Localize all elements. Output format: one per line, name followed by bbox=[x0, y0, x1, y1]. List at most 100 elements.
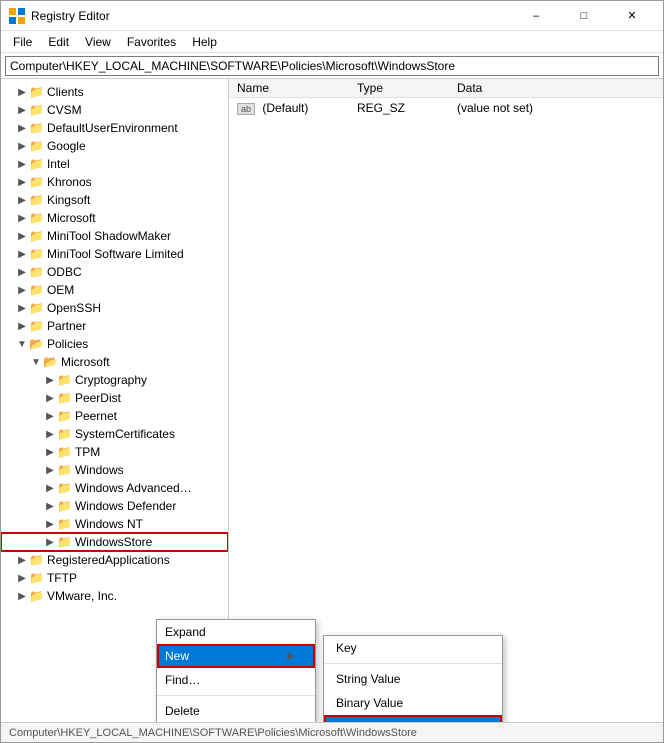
detail-header: Name Type Data bbox=[229, 79, 663, 98]
expand-icon: ▶ bbox=[15, 141, 29, 152]
menu-favorites[interactable]: Favorites bbox=[119, 33, 184, 51]
expand-icon: ▶ bbox=[15, 195, 29, 206]
tree-item-cryptography[interactable]: ▶ 📁 Cryptography bbox=[1, 371, 228, 389]
expand-icon: ▶ bbox=[43, 447, 57, 458]
maximize-button[interactable]: □ bbox=[561, 1, 607, 31]
submenu-arrow-icon: ▶ bbox=[287, 651, 295, 662]
ctx-new[interactable]: New ▶ bbox=[157, 644, 315, 668]
value-icon: ab bbox=[237, 103, 255, 115]
tree-item-peerdist[interactable]: ▶ 📁 PeerDist bbox=[1, 389, 228, 407]
submenu-string-value[interactable]: String Value bbox=[324, 667, 502, 691]
expand-icon: ▶ bbox=[15, 105, 29, 116]
ctx-separator-1 bbox=[157, 695, 315, 696]
expand-icon: ▶ bbox=[15, 123, 29, 134]
expand-icon: ▶ bbox=[15, 213, 29, 224]
minimize-button[interactable]: – bbox=[513, 1, 559, 31]
tree-item-khronos[interactable]: ▶ 📁 Khronos bbox=[1, 173, 228, 191]
col-type: Type bbox=[349, 79, 449, 98]
tree-item-partner[interactable]: ▶ 📁 Partner bbox=[1, 317, 228, 335]
expand-icon: ▶ bbox=[15, 303, 29, 314]
submenu-key[interactable]: Key bbox=[324, 636, 502, 660]
tree-item-tftp[interactable]: ▶ 📁 TFTP bbox=[1, 569, 228, 587]
ctx-expand[interactable]: Expand bbox=[157, 620, 315, 644]
tree-item-systemcertificates[interactable]: ▶ 📁 SystemCertificates bbox=[1, 425, 228, 443]
tree-item-oem[interactable]: ▶ 📁 OEM bbox=[1, 281, 228, 299]
col-name: Name bbox=[229, 79, 349, 98]
detail-table: Name Type Data ab (Default) REG_SZ (valu… bbox=[229, 79, 663, 118]
tree-item-clients[interactable]: ▶ 📁 Clients bbox=[1, 83, 228, 101]
expand-icon: ▶ bbox=[15, 87, 29, 98]
tree-item-windows-advanced[interactable]: ▶ 📁 Windows Advanced… bbox=[1, 479, 228, 497]
menu-file[interactable]: File bbox=[5, 33, 40, 51]
tree-item-vmware[interactable]: ▶ 📁 VMware, Inc. bbox=[1, 587, 228, 605]
expand-icon: ▶ bbox=[43, 519, 57, 530]
address-bar bbox=[1, 53, 663, 79]
submenu-new: Key String Value Binary Value DWORD (32-… bbox=[323, 635, 503, 722]
title-bar: Registry Editor – □ ✕ bbox=[1, 1, 663, 31]
tree-item-odbc[interactable]: ▶ 📁 ODBC bbox=[1, 263, 228, 281]
tree-item-peernet[interactable]: ▶ 📁 Peernet bbox=[1, 407, 228, 425]
tree-item-windows[interactable]: ▶ 📁 Windows bbox=[1, 461, 228, 479]
expand-icon: ▼ bbox=[29, 357, 43, 368]
tree-item-kingsoft[interactable]: ▶ 📁 Kingsoft bbox=[1, 191, 228, 209]
tree-item-microsoft-policies[interactable]: ▼ 📂 Microsoft bbox=[1, 353, 228, 371]
expand-icon: ▶ bbox=[15, 285, 29, 296]
expand-icon: ▶ bbox=[43, 465, 57, 476]
cell-type: REG_SZ bbox=[349, 98, 449, 118]
expand-icon: ▶ bbox=[43, 375, 57, 386]
tree-item-windowsstore[interactable]: ▶ 📁 WindowsStore bbox=[1, 533, 228, 551]
expand-icon: ▶ bbox=[15, 231, 29, 242]
menu-edit[interactable]: Edit bbox=[40, 33, 77, 51]
ctx-delete[interactable]: Delete bbox=[157, 699, 315, 722]
menu-bar: File Edit View Favorites Help bbox=[1, 31, 663, 53]
window-controls: – □ ✕ bbox=[513, 1, 655, 31]
tree-item-windows-nt[interactable]: ▶ 📁 Windows NT bbox=[1, 515, 228, 533]
tree-item-openssh[interactable]: ▶ 📁 OpenSSH bbox=[1, 299, 228, 317]
expand-icon: ▶ bbox=[43, 501, 57, 512]
table-row[interactable]: ab (Default) REG_SZ (value not set) bbox=[229, 98, 663, 118]
cell-name: ab (Default) bbox=[229, 98, 349, 118]
tree-item-policies[interactable]: ▼ 📂 Policies bbox=[1, 335, 228, 353]
window-title: Registry Editor bbox=[31, 9, 513, 23]
tree-item-cvsm[interactable]: ▶ 📁 CVSM bbox=[1, 101, 228, 119]
cell-data: (value not set) bbox=[449, 98, 663, 118]
expand-icon: ▶ bbox=[43, 411, 57, 422]
address-input[interactable] bbox=[5, 56, 659, 76]
submenu-separator bbox=[324, 663, 502, 664]
expand-icon: ▶ bbox=[43, 393, 57, 404]
context-menu: Expand New ▶ Find… Delete Rename bbox=[156, 619, 316, 722]
expand-icon: ▶ bbox=[15, 321, 29, 332]
menu-view[interactable]: View bbox=[77, 33, 119, 51]
expand-icon: ▶ bbox=[15, 177, 29, 188]
submenu-dword-value[interactable]: DWORD (32-bit) Value bbox=[324, 715, 502, 722]
tree-item-defaultuserenvironment[interactable]: ▶ 📁 DefaultUserEnvironment bbox=[1, 119, 228, 137]
tree-item-google[interactable]: ▶ 📁 Google bbox=[1, 137, 228, 155]
tree-item-registeredapplications[interactable]: ▶ 📁 RegisteredApplications bbox=[1, 551, 228, 569]
expand-icon: ▶ bbox=[43, 537, 57, 548]
expand-icon: ▶ bbox=[15, 267, 29, 278]
tree-item-microsoft-top[interactable]: ▶ 📁 Microsoft bbox=[1, 209, 228, 227]
expand-icon: ▶ bbox=[15, 249, 29, 260]
expand-icon: ▶ bbox=[15, 573, 29, 584]
menu-help[interactable]: Help bbox=[184, 33, 225, 51]
submenu-binary-value[interactable]: Binary Value bbox=[324, 691, 502, 715]
tree-item-minitool-shadowmaker[interactable]: ▶ 📁 MiniTool ShadowMaker bbox=[1, 227, 228, 245]
ctx-find[interactable]: Find… bbox=[157, 668, 315, 692]
expand-icon: ▶ bbox=[15, 159, 29, 170]
registry-editor-window: Registry Editor – □ ✕ File Edit View Fav… bbox=[0, 0, 664, 743]
expand-icon: ▶ bbox=[43, 483, 57, 494]
close-button[interactable]: ✕ bbox=[609, 1, 655, 31]
expand-icon: ▶ bbox=[15, 591, 29, 602]
status-text: Computer\HKEY_LOCAL_MACHINE\SOFTWARE\Pol… bbox=[9, 727, 417, 739]
tree-item-minitool-software[interactable]: ▶ 📁 MiniTool Software Limited bbox=[1, 245, 228, 263]
main-content: ▶ 📁 Clients ▶ 📁 CVSM ▶ 📁 DefaultUserEnvi… bbox=[1, 79, 663, 722]
col-data: Data bbox=[449, 79, 663, 98]
tree-item-windows-defender[interactable]: ▶ 📁 Windows Defender bbox=[1, 497, 228, 515]
expand-icon: ▶ bbox=[43, 429, 57, 440]
expand-icon: ▶ bbox=[15, 555, 29, 566]
status-bar: Computer\HKEY_LOCAL_MACHINE\SOFTWARE\Pol… bbox=[1, 722, 663, 742]
tree-item-tpm[interactable]: ▶ 📁 TPM bbox=[1, 443, 228, 461]
expand-icon: ▼ bbox=[15, 339, 29, 350]
app-icon bbox=[9, 8, 25, 24]
tree-item-intel[interactable]: ▶ 📁 Intel bbox=[1, 155, 228, 173]
